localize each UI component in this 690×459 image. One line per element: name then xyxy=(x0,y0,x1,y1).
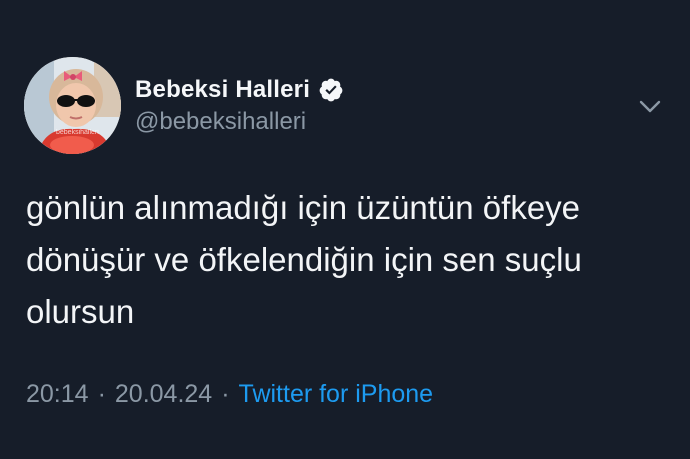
tweet-source-link[interactable]: Twitter for iPhone xyxy=(239,380,434,409)
avatar[interactable]: bebeksihalleri xyxy=(24,57,121,154)
author-name-row[interactable]: Bebeksi Halleri xyxy=(135,72,344,108)
author-handle[interactable]: @bebeksihalleri xyxy=(135,108,306,136)
display-name[interactable]: Bebeksi Halleri xyxy=(135,76,310,104)
tweet-text: gönlün alınmadığı için üzüntün öfkeye dö… xyxy=(26,189,582,330)
tweet-meta: 20:14 · 20.04.24 · Twitter for iPhone xyxy=(26,380,433,409)
tweet-date[interactable]: 20.04.24 xyxy=(115,380,212,409)
meta-separator: · xyxy=(221,380,230,408)
avatar-watermark: bebeksihalleri xyxy=(56,129,99,136)
avatar-photo-icon: bebeksihalleri xyxy=(24,57,121,154)
meta-separator: · xyxy=(97,380,106,408)
tweet-time[interactable]: 20:14 xyxy=(26,380,89,409)
verified-badge-icon xyxy=(319,78,343,102)
chevron-down-icon[interactable] xyxy=(636,92,664,120)
